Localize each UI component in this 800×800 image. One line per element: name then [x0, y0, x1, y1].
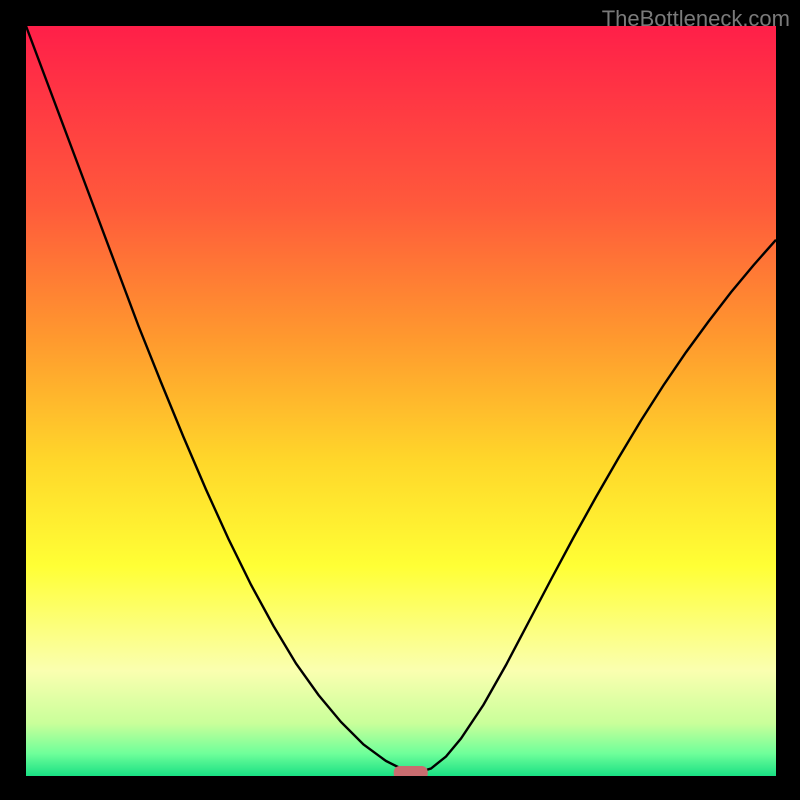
- background-gradient: [26, 26, 776, 776]
- min-marker: [394, 766, 428, 776]
- chart-svg: [26, 26, 776, 776]
- watermark-text: TheBottleneck.com: [602, 6, 790, 32]
- plot-area: [26, 26, 776, 776]
